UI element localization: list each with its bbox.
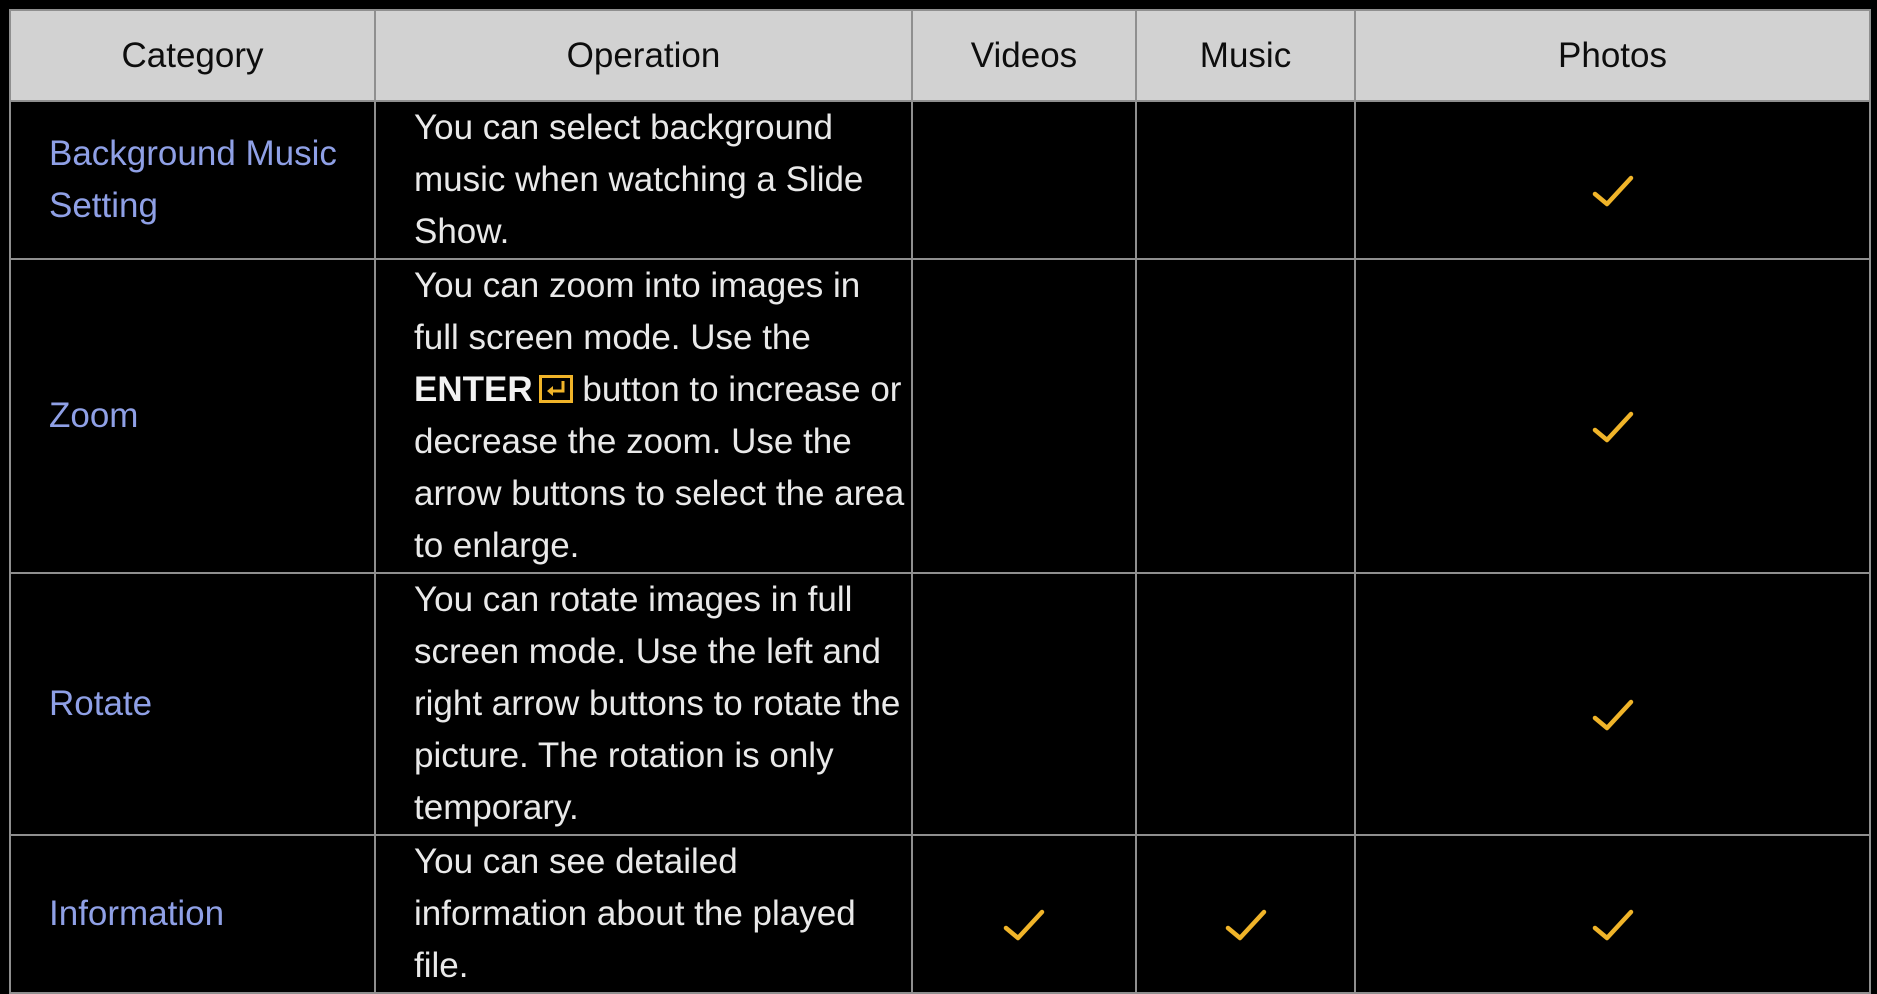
- checkmark-icon: [1225, 909, 1266, 941]
- header-category: Category: [9, 9, 376, 102]
- category-rotate: Rotate: [9, 572, 376, 836]
- category-background-music-setting: Background Music Setting: [9, 100, 376, 260]
- header-videos: Videos: [911, 9, 1137, 102]
- cell-music: [1135, 834, 1356, 994]
- cell-videos: [911, 572, 1137, 836]
- enter-key-label: ENTER: [414, 370, 533, 409]
- cell-photos: [1354, 572, 1871, 836]
- checkmark-icon: [1592, 909, 1633, 941]
- operation-background-music-setting: You can select background music when wat…: [374, 100, 913, 260]
- cell-videos: [911, 100, 1137, 260]
- category-information: Information: [9, 834, 376, 994]
- cell-music: [1135, 100, 1356, 260]
- table-header-row: Category Operation Videos Music Photos: [9, 9, 1871, 102]
- cell-photos: [1354, 258, 1871, 574]
- table-row: Background Music Setting You can select …: [9, 100, 1871, 260]
- checkmark-icon: [1592, 699, 1633, 731]
- table-row: Rotate You can rotate images in full scr…: [9, 572, 1871, 836]
- operation-zoom-text-before: You can zoom into images in full screen …: [414, 266, 861, 357]
- cell-photos: [1354, 834, 1871, 994]
- operation-zoom: You can zoom into images in full screen …: [374, 258, 913, 574]
- cell-music: [1135, 258, 1356, 574]
- table-row: Information You can see detailed informa…: [9, 834, 1871, 994]
- header-photos: Photos: [1354, 9, 1871, 102]
- cell-videos: [911, 258, 1137, 574]
- checkmark-icon: [1592, 411, 1633, 443]
- feature-table: Category Operation Videos Music Photos B…: [9, 9, 1871, 994]
- header-music: Music: [1135, 9, 1356, 102]
- header-operation: Operation: [374, 9, 913, 102]
- category-zoom: Zoom: [9, 258, 376, 574]
- table-row: Zoom You can zoom into images in full sc…: [9, 258, 1871, 574]
- operation-rotate: You can rotate images in full screen mod…: [374, 572, 913, 836]
- operation-information: You can see detailed information about t…: [374, 834, 913, 994]
- cell-photos: [1354, 100, 1871, 260]
- enter-key-icon: [538, 375, 573, 403]
- checkmark-icon: [1592, 175, 1633, 207]
- checkmark-icon: [1003, 909, 1045, 941]
- cell-music: [1135, 572, 1356, 836]
- cell-videos: [911, 834, 1137, 994]
